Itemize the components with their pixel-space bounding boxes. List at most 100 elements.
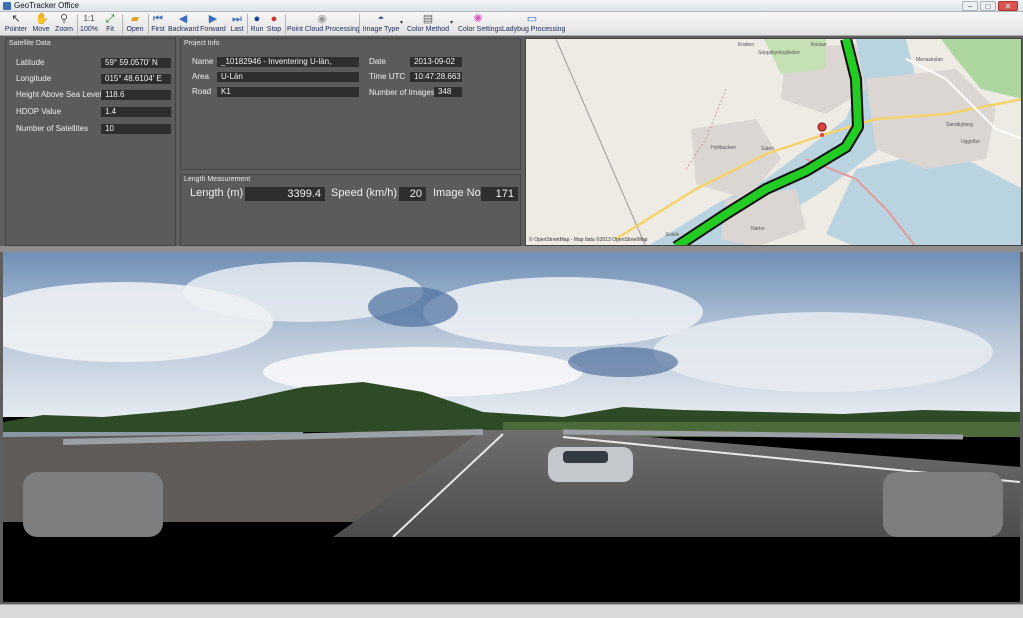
toolbar-separator: [359, 14, 360, 34]
zoom-100-label: 100%: [80, 26, 98, 33]
map-canvas[interactable]: [526, 39, 1022, 246]
time-label: Time UTC: [369, 72, 406, 81]
fit-button[interactable]: ⤢ Fit: [100, 12, 120, 36]
vehicle-roof-left: [23, 472, 163, 537]
longitude-label: Longitude: [16, 74, 52, 83]
forward-label: Forward: [200, 26, 226, 33]
speed-label: Speed (km/h): [331, 187, 398, 199]
length-panel-title: Length Measurement: [184, 176, 251, 183]
map-label: Sandbyberg: [946, 122, 973, 128]
color-settings-label: Color Settings: [458, 26, 502, 33]
image-type-button[interactable]: ◓ Image Type: [362, 12, 400, 36]
map-label: Menaskolan: [916, 57, 943, 63]
last-button[interactable]: ⏭ Last: [228, 12, 246, 36]
area-value: U-Län: [217, 72, 359, 82]
run-button[interactable]: ● Run: [249, 12, 265, 36]
road-value: K1: [217, 87, 359, 97]
actual-size-icon: 1:1: [83, 14, 95, 23]
length-value: 3399.4: [245, 187, 325, 201]
maximize-button[interactable]: □: [980, 1, 996, 11]
pointer-button[interactable]: ↖ Pointer: [4, 12, 28, 36]
color-method-button[interactable]: ▤ Color Method: [407, 12, 449, 36]
length-label: Length (m): [190, 187, 244, 199]
color-method-icon: ▤: [422, 13, 434, 25]
image-type-label: Image Type: [362, 26, 400, 33]
toolbar-separator: [285, 14, 286, 34]
map-label: Hyttbacken: [711, 145, 737, 151]
close-button[interactable]: ✕: [998, 1, 1018, 11]
last-icon: ⏭: [232, 13, 242, 25]
zoom-100-button[interactable]: 1:1 100%: [79, 12, 99, 36]
hdop-label: HDOP Value: [16, 107, 62, 116]
name-value: _10182946 - Inventering U-län,: [217, 57, 359, 67]
name-label: Name: [192, 57, 214, 66]
point-cloud-processing-button[interactable]: ◉ Point Cloud Processing: [287, 12, 360, 36]
forward-icon: ▶: [208, 13, 218, 25]
backward-label: Backward: [168, 26, 199, 33]
folder-icon: ▰: [130, 13, 140, 25]
ladybug-processing-button[interactable]: ▭ Ladybug Processing: [502, 12, 565, 36]
fit-label: Fit: [106, 26, 114, 33]
cloud: [653, 312, 993, 392]
project-panel-title: Project Info: [184, 40, 220, 47]
latitude-label: Latitude: [16, 58, 45, 67]
color-method-label: Color Method: [407, 26, 450, 33]
first-label: First: [151, 26, 165, 33]
minimize-button[interactable]: –: [962, 1, 978, 11]
play-icon: ●: [253, 13, 261, 25]
position-marker-dot: [820, 133, 824, 137]
map-attribution: © OpenStreetMap - Map data ©2013 OpenStr…: [529, 237, 648, 243]
height-label: Height Above Sea Level: [16, 90, 102, 99]
pointer-label: Pointer: [4, 26, 28, 33]
backward-button[interactable]: ◀ Backward: [168, 12, 199, 36]
stop-button[interactable]: ● Stop: [266, 12, 282, 36]
panorama-image-view[interactable]: [3, 252, 1020, 602]
open-button[interactable]: ▰ Open: [124, 12, 146, 36]
toolbar-separator: [247, 14, 248, 34]
image-type-icon: ◓: [377, 13, 385, 25]
zoom-label: Zoom: [55, 26, 73, 33]
hdop-value: 1.4: [101, 107, 171, 117]
cloud-dark: [568, 347, 678, 377]
cloud-dark: [368, 287, 458, 327]
run-label: Run: [250, 26, 264, 33]
move-button[interactable]: ✋ Move: [30, 12, 52, 36]
length-measurement-panel: Length Measurement Length (m) 3399.4 Spe…: [180, 174, 521, 246]
image-no-value: 171: [481, 187, 518, 201]
road-label: Road: [192, 87, 212, 96]
map-view[interactable]: Kratten Seppskyrkogården Kristan Menasko…: [525, 38, 1022, 246]
magnifier-icon: ⚲: [59, 13, 69, 25]
map-label: Uggelbo: [961, 139, 980, 145]
move-label: Move: [32, 26, 50, 33]
car-window: [563, 451, 608, 463]
time-value: 10:47:28.663: [410, 72, 462, 82]
map-label: Eskiln: [666, 232, 680, 238]
forward-button[interactable]: ▶ Forward: [200, 12, 226, 36]
date-label: Date: [369, 57, 386, 66]
first-button[interactable]: ⏮ First: [149, 12, 167, 36]
title-bar: GeoTracker Office – □ ✕: [0, 0, 1023, 12]
point-cloud-icon: ◉: [317, 13, 327, 25]
area-label: Area: [192, 72, 209, 81]
stop-icon: ●: [270, 13, 278, 25]
image-no-label: Image No: [433, 187, 481, 199]
satellite-data-panel: Satellite Data Latitude 59° 59.0570' N L…: [5, 38, 176, 246]
date-value: 2013-09-02: [410, 57, 462, 67]
stop-label: Stop: [266, 26, 282, 33]
monitor-icon: ▭: [526, 13, 538, 25]
zoom-button[interactable]: ⚲ Zoom: [53, 12, 75, 36]
road: [555, 39, 646, 245]
satellite-panel-title: Satellite Data: [9, 40, 51, 47]
color-settings-button[interactable]: ✺ Color Settings: [458, 12, 502, 36]
point-cloud-label: Point Cloud Processing: [287, 26, 360, 33]
vehicle-roof-right: [883, 472, 1003, 537]
application-window: GeoTracker Office – □ ✕ ↖ Pointer ✋ Move…: [0, 0, 1023, 618]
panorama-image: [3, 252, 1020, 602]
window-title: GeoTracker Office: [14, 1, 79, 10]
image-type-dropdown-arrow[interactable]: ▾: [400, 19, 403, 26]
map-label: Kristan: [811, 42, 827, 48]
toolbar-separator: [122, 14, 123, 34]
status-bar: [0, 604, 1023, 618]
color-method-dropdown-arrow[interactable]: ▾: [450, 19, 453, 26]
project-info-panel: Project Info Name _10182946 - Inventerin…: [180, 38, 521, 170]
